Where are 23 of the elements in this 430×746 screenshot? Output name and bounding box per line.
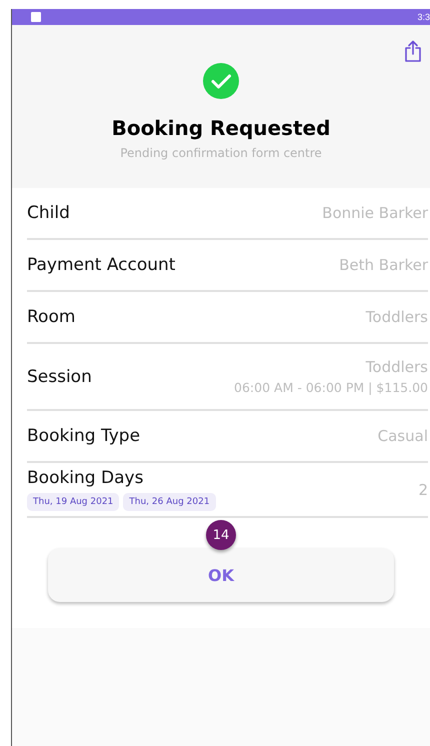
date-chip: Thu, 26 Aug 2021 (123, 493, 216, 511)
field-value: Bonnie Barker (322, 204, 428, 222)
field-value: 2 (418, 480, 428, 498)
field-label: Booking Days (27, 468, 144, 488)
field-value: Toddlers (366, 308, 428, 326)
check-circle-icon (203, 63, 239, 99)
field-label: Child (27, 203, 70, 223)
field-label: Booking Type (27, 426, 140, 446)
count-badge: 14 (206, 520, 236, 550)
field-label: Payment Account (27, 255, 176, 275)
status-time: 3:3 (417, 12, 430, 22)
share-icon[interactable] (404, 40, 422, 62)
ok-button[interactable]: OK (48, 548, 394, 602)
field-label: Session (27, 366, 92, 386)
page-title: Booking Requested (112, 116, 330, 140)
field-label: Room (27, 307, 76, 327)
session-detail: 06:00 AM - 06:00 PM | $115.00 (234, 380, 428, 395)
page-subtitle: Pending confirmation form centre (120, 146, 322, 160)
date-chip: Thu, 19 Aug 2021 (27, 493, 120, 511)
field-value: Casual (378, 427, 428, 445)
field-value: Beth Barker (339, 256, 428, 274)
field-value: Toddlers (366, 358, 428, 376)
notification-icon (31, 12, 41, 22)
